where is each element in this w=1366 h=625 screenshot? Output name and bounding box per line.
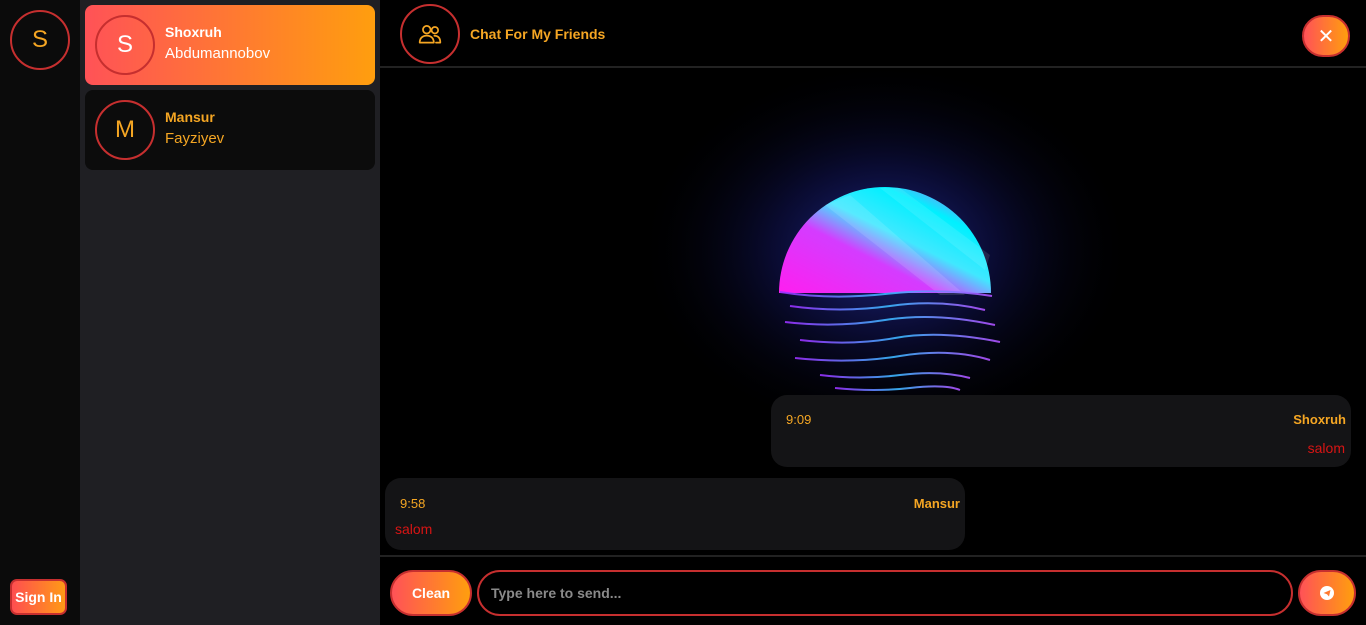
sign-in-button[interactable]: Sign In bbox=[10, 579, 67, 615]
chat-header: Chat For My Friends ✕ bbox=[380, 0, 1366, 68]
message-bubble-incoming: 9:58 Mansur salom bbox=[385, 478, 965, 550]
user-avatar[interactable]: S bbox=[10, 10, 70, 70]
message-time: 9:09 bbox=[786, 412, 812, 427]
message-bubble-outgoing: 9:09 Shoxruh salom bbox=[771, 395, 1351, 467]
contact-first-name: Mansur bbox=[165, 109, 215, 125]
telegram-send-icon bbox=[1320, 586, 1334, 600]
send-button[interactable] bbox=[1298, 570, 1356, 616]
message-author: Shoxruh bbox=[1293, 412, 1346, 427]
users-icon bbox=[418, 25, 442, 44]
clean-button[interactable]: Clean bbox=[390, 570, 472, 616]
message-composer: Clean bbox=[380, 555, 1366, 625]
message-text: salom bbox=[1307, 440, 1345, 456]
avatar: S bbox=[95, 15, 155, 75]
close-chat-button[interactable]: ✕ bbox=[1302, 15, 1350, 57]
chat-title: Chat For My Friends bbox=[470, 26, 606, 42]
group-avatar[interactable] bbox=[400, 4, 460, 64]
left-rail: S Sign In bbox=[0, 0, 80, 625]
chat-panel: Chat For My Friends ✕ 9:09 Shoxruh salom… bbox=[380, 0, 1366, 625]
contact-last-name: Abdumannobov bbox=[165, 45, 271, 62]
user-avatar-initial: S bbox=[31, 26, 48, 53]
close-icon: ✕ bbox=[1317, 25, 1335, 48]
contact-item-mansur[interactable]: M Mansur Fayziyev bbox=[85, 90, 375, 170]
message-time: 9:58 bbox=[400, 496, 426, 511]
contacts-panel: S Shoxruh Abdumannobov M Mansur Fayziyev bbox=[80, 0, 380, 625]
avatar: M bbox=[95, 100, 155, 160]
contact-avatar-initial: M bbox=[115, 116, 135, 143]
message-text: salom bbox=[395, 521, 433, 537]
contact-last-name: Fayziyev bbox=[165, 130, 225, 147]
message-author: Mansur bbox=[913, 496, 960, 511]
contact-avatar-initial: S bbox=[116, 31, 133, 58]
contact-first-name: Shoxruh bbox=[165, 24, 222, 40]
contact-item-shoxruh[interactable]: S Shoxruh Abdumannobov bbox=[85, 5, 375, 85]
message-input[interactable] bbox=[477, 570, 1293, 616]
